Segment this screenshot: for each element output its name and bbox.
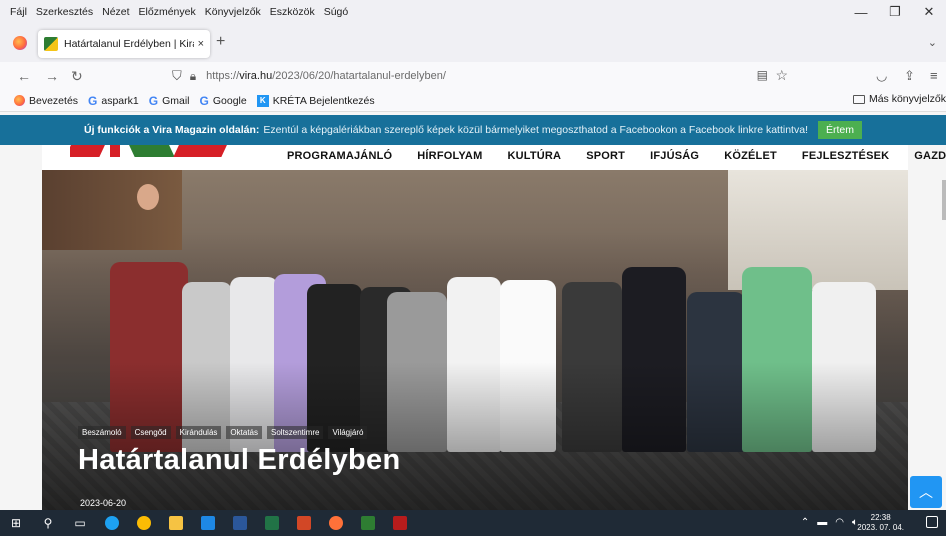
article-tags: Beszámoló Csengőd Kirándulás Oktatás Sol… — [78, 426, 372, 439]
menu-bookmarks[interactable]: Könyvjelzők — [205, 6, 261, 18]
url-bar[interactable]: ⛉ 🔒︎ https://vira.hu/2023/06/20/hatartal… — [158, 64, 794, 88]
notice-ok-button[interactable]: Értem — [817, 121, 862, 139]
menu-bar: Fájl Szerkesztés Nézet Előzmények Könyvj… — [0, 0, 946, 24]
search-icon[interactable]: ⚲ — [32, 510, 64, 536]
reader-view-icon[interactable]: ▤ — [757, 68, 768, 82]
nav-kultura[interactable]: KULTÚRA — [507, 150, 561, 162]
tab-active[interactable]: Határtalanul Erdélyben | Kirándu × — [38, 30, 210, 58]
tab-close-icon[interactable]: × — [198, 38, 204, 50]
new-tab-button[interactable]: + — [216, 33, 225, 51]
forward-arrow-icon[interactable]: → — [45, 68, 59, 84]
battery-icon[interactable]: ▬ — [817, 517, 827, 528]
shield-icon[interactable]: ⛉ — [172, 68, 182, 84]
site-header: PROGRAMAJÁNLÓ HÍRFOLYAM KULTÚRA SPORT IF… — [42, 145, 946, 170]
page-scrollbar[interactable] — [942, 180, 946, 220]
powerpoint-icon[interactable] — [288, 510, 320, 536]
nav-sport[interactable]: SPORT — [586, 150, 625, 162]
wifi-icon[interactable]: ◠ — [835, 517, 844, 528]
menu-help[interactable]: Súgó — [324, 6, 349, 18]
hamburger-menu-icon[interactable]: ≡ — [930, 68, 938, 83]
firefox-taskbar-icon[interactable] — [320, 510, 352, 536]
tag-csengod[interactable]: Csengőd — [130, 426, 171, 439]
task-view-icon[interactable]: ▭ — [64, 510, 96, 536]
calendar-app-icon[interactable] — [352, 510, 384, 536]
menu-file[interactable]: Fájl — [10, 6, 27, 18]
firefox-view-icon[interactable] — [13, 36, 27, 50]
close-icon[interactable]: ✕ — [912, 0, 946, 24]
system-clock[interactable]: 22:38 2023. 07. 04. — [857, 513, 904, 533]
chevron-up-icon[interactable]: ⌃ — [801, 517, 809, 528]
tag-kirandulas[interactable]: Kirándulás — [175, 426, 222, 439]
chevron-down-icon[interactable]: ⌄ — [928, 36, 937, 49]
scroll-to-top-button[interactable]: ︿ — [910, 476, 942, 508]
notice-title: Új funkciók a Vira Magazin oldalán: — [83, 124, 260, 136]
share-icon[interactable]: ⇪ — [904, 68, 915, 84]
google-icon: G — [199, 93, 209, 108]
bookmark-gmail[interactable]: G Gmail — [149, 94, 190, 108]
excel-icon[interactable] — [256, 510, 288, 536]
bookmark-star-icon[interactable]: ☆ — [775, 67, 788, 84]
bookmark-aspark1[interactable]: G aspark1 — [88, 94, 139, 108]
bookmarks-bar: Bevezetés G aspark1 G Gmail G Google K K… — [0, 90, 946, 112]
edge-icon[interactable] — [96, 510, 128, 536]
article-date: 2023-06-20 — [80, 498, 127, 508]
other-bookmarks[interactable]: Más könyvjelzők — [852, 93, 946, 105]
tag-beszamolo[interactable]: Beszámoló — [78, 426, 126, 439]
reload-icon[interactable]: ↻ — [71, 68, 83, 85]
pocket-icon[interactable]: ◡ — [876, 68, 887, 84]
tag-vilagjaro[interactable]: Világjáró — [328, 426, 368, 439]
chrome-icon[interactable] — [128, 510, 160, 536]
word-icon[interactable] — [224, 510, 256, 536]
google-icon: G — [148, 93, 159, 108]
navigation-bar: ← → ↻ ⛉ 🔒︎ https://vira.hu/2023/06/20/ha… — [0, 62, 946, 90]
menu-edit[interactable]: Szerkesztés — [36, 6, 93, 18]
firefox-icon — [14, 95, 25, 106]
back-arrow-icon[interactable]: ← — [17, 68, 31, 84]
kreta-icon: K — [256, 94, 269, 107]
menu-tools[interactable]: Eszközök — [270, 6, 315, 18]
main-nav: PROGRAMAJÁNLÓ HÍRFOLYAM KULTÚRA SPORT IF… — [287, 150, 946, 162]
window-controls: — ❐ ✕ — [844, 0, 946, 24]
nav-gazdasag[interactable]: GAZDASÁG — [914, 150, 946, 162]
mail-icon[interactable] — [192, 510, 224, 536]
bookmark-bevezetes[interactable]: Bevezetés — [14, 95, 78, 107]
taskbar: ⊞ ⚲ ▭ ⌃ ▬ ◠ 🔈︎ 22:38 2023. 07. 04. — [0, 510, 946, 536]
nav-fejlesztesek[interactable]: FEJLESZTÉSEK — [802, 150, 889, 162]
notice-banner: Új funkciók a Vira Magazin oldalán: Ezen… — [0, 115, 946, 145]
windows-start-icon[interactable]: ⊞ — [0, 510, 32, 536]
nav-ifjusag[interactable]: IFJÚSÁG — [650, 150, 699, 162]
nav-kozelet[interactable]: KÖZÉLET — [724, 150, 777, 162]
notification-icon[interactable] — [926, 516, 938, 528]
tab-title: Határtalanul Erdélyben | Kirándu — [64, 38, 194, 50]
system-tray: ⌃ ▬ ◠ 🔈︎ — [793, 517, 858, 528]
nav-hirfolyam[interactable]: HÍRFOLYAM — [417, 150, 482, 162]
url-text[interactable]: https://vira.hu/2023/06/20/hatartalanul-… — [206, 70, 446, 82]
filezilla-icon[interactable] — [384, 510, 416, 536]
folder-icon — [852, 94, 865, 104]
file-explorer-icon[interactable] — [160, 510, 192, 536]
menu-view[interactable]: Nézet — [102, 6, 129, 18]
tag-soltszentimre[interactable]: Soltszentimre — [267, 426, 324, 439]
page-viewport: Új funkciók a Vira Magazin oldalán: Ezen… — [0, 112, 946, 510]
chevron-up-icon: ︿ — [919, 484, 933, 500]
lock-icon[interactable]: 🔒︎ — [190, 69, 196, 84]
minimize-icon[interactable]: — — [844, 0, 878, 24]
restore-icon[interactable]: ❐ — [878, 0, 912, 24]
bookmark-google[interactable]: G Google — [200, 94, 247, 108]
nav-programajanlo[interactable]: PROGRAMAJÁNLÓ — [287, 150, 392, 162]
vira-favicon-icon — [44, 37, 58, 51]
tag-oktatas[interactable]: Oktatás — [226, 426, 262, 439]
hero-image[interactable]: Beszámoló Csengőd Kirándulás Oktatás Sol… — [42, 170, 908, 510]
vira-logo[interactable] — [70, 145, 240, 157]
google-icon: G — [88, 93, 98, 108]
bookmark-kreta[interactable]: K KRÉTA Bejelentkezés — [256, 94, 375, 107]
menu-history[interactable]: Előzmények — [139, 6, 196, 18]
article-title: Határtalanul Erdélyben — [78, 444, 401, 476]
tab-bar: Határtalanul Erdélyben | Kirándu × + ⌄ — [0, 24, 946, 62]
notice-text: Ezentúl a képgalériákban szereplő képek … — [263, 124, 808, 136]
